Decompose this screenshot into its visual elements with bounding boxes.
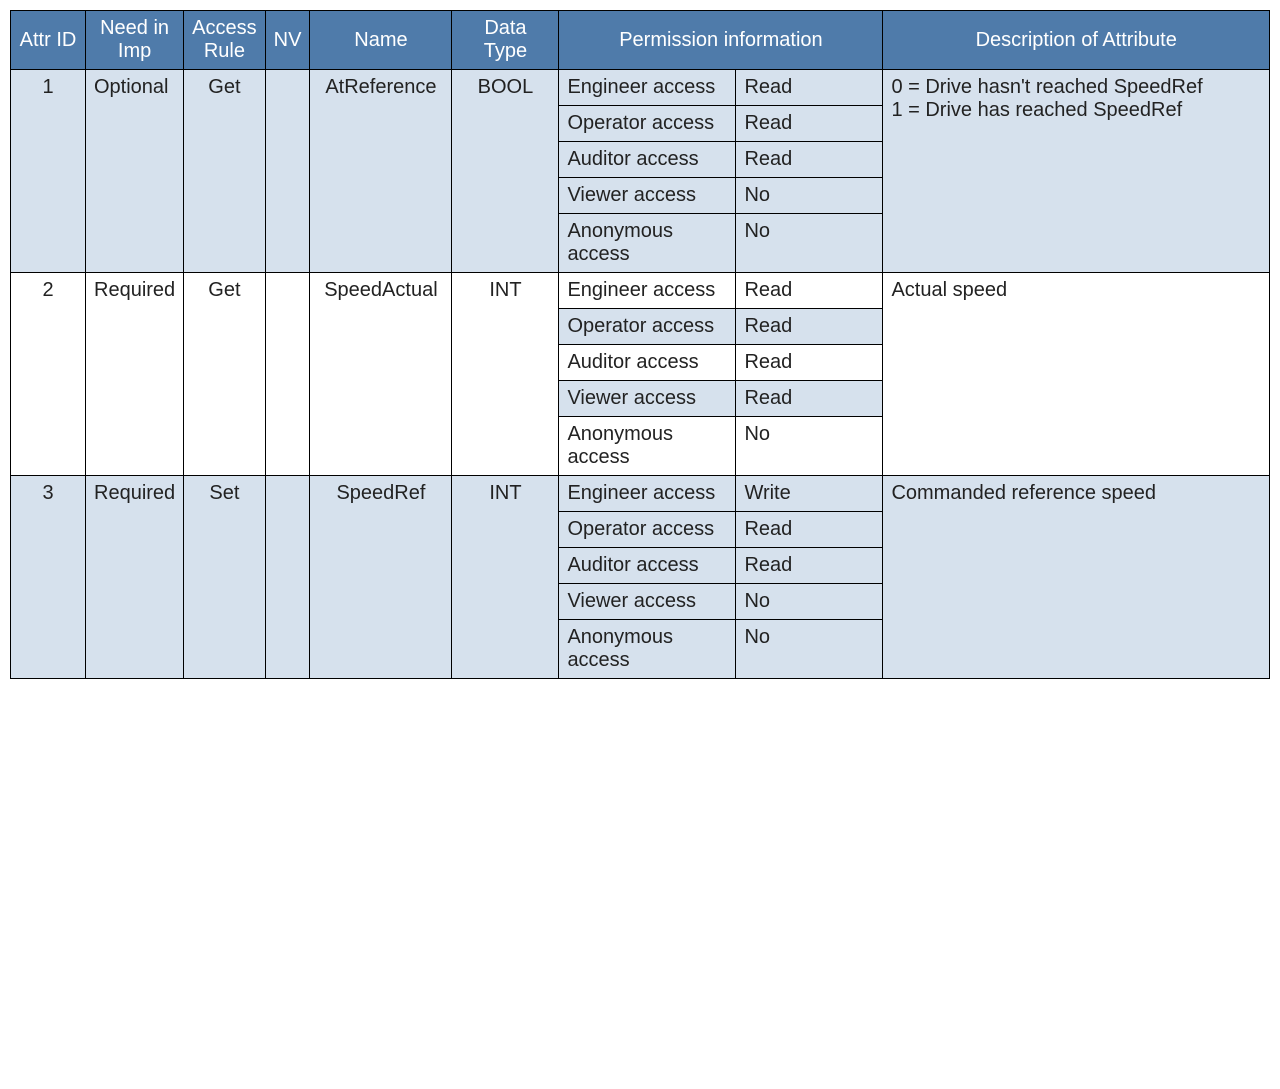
cell-permission-value: No bbox=[736, 178, 883, 214]
cell-name: AtReference bbox=[310, 70, 452, 273]
cell-permission-value: Read bbox=[736, 309, 883, 345]
cell-permission-value: Read bbox=[736, 345, 883, 381]
cell-permission-role: Engineer access bbox=[559, 70, 736, 106]
cell-access-rule: Get bbox=[184, 273, 265, 476]
cell-permission-role: Auditor access bbox=[559, 548, 736, 584]
cell-name: SpeedActual bbox=[310, 273, 452, 476]
cell-permission-value: Read bbox=[736, 142, 883, 178]
cell-permission-role: Engineer access bbox=[559, 476, 736, 512]
cell-permission-role: Anonymous access bbox=[559, 620, 736, 679]
header-data-type: Data Type bbox=[452, 11, 559, 70]
cell-data-type: INT bbox=[452, 273, 559, 476]
table-row: 2RequiredGetSpeedActualINTEngineer acces… bbox=[11, 273, 1270, 309]
cell-permission-role: Operator access bbox=[559, 106, 736, 142]
cell-permission-value: Read bbox=[736, 70, 883, 106]
cell-attr-id: 2 bbox=[11, 273, 86, 476]
cell-permission-role: Viewer access bbox=[559, 584, 736, 620]
cell-permission-value: No bbox=[736, 620, 883, 679]
cell-description: 0 = Drive hasn't reached SpeedRef 1 = Dr… bbox=[883, 70, 1270, 273]
cell-permission-role: Viewer access bbox=[559, 381, 736, 417]
cell-permission-value: No bbox=[736, 584, 883, 620]
cell-permission-role: Operator access bbox=[559, 309, 736, 345]
attribute-table: Attr ID Need in Imp Access Rule NV Name … bbox=[10, 10, 1270, 679]
header-attr-id: Attr ID bbox=[11, 11, 86, 70]
table-row: 1OptionalGetAtReferenceBOOLEngineer acce… bbox=[11, 70, 1270, 106]
cell-permission-role: Anonymous access bbox=[559, 214, 736, 273]
cell-permission-role: Operator access bbox=[559, 512, 736, 548]
cell-nv bbox=[265, 476, 310, 679]
cell-need-in-imp: Required bbox=[86, 476, 184, 679]
cell-description: Commanded reference speed bbox=[883, 476, 1270, 679]
cell-attr-id: 3 bbox=[11, 476, 86, 679]
cell-data-type: INT bbox=[452, 476, 559, 679]
cell-permission-role: Viewer access bbox=[559, 178, 736, 214]
cell-name: SpeedRef bbox=[310, 476, 452, 679]
cell-permission-value: Write bbox=[736, 476, 883, 512]
cell-access-rule: Set bbox=[184, 476, 265, 679]
cell-data-type: BOOL bbox=[452, 70, 559, 273]
cell-need-in-imp: Required bbox=[86, 273, 184, 476]
cell-permission-role: Auditor access bbox=[559, 142, 736, 178]
cell-access-rule: Get bbox=[184, 70, 265, 273]
cell-permission-role: Auditor access bbox=[559, 345, 736, 381]
header-description: Description of Attribute bbox=[883, 11, 1270, 70]
header-nv: NV bbox=[265, 11, 310, 70]
cell-nv bbox=[265, 273, 310, 476]
cell-permission-value: No bbox=[736, 417, 883, 476]
cell-permission-value: Read bbox=[736, 512, 883, 548]
cell-attr-id: 1 bbox=[11, 70, 86, 273]
header-permission-info: Permission information bbox=[559, 11, 883, 70]
header-name: Name bbox=[310, 11, 452, 70]
table-row: 3RequiredSetSpeedRefINTEngineer accessWr… bbox=[11, 476, 1270, 512]
cell-permission-value: Read bbox=[736, 273, 883, 309]
cell-permission-role: Anonymous access bbox=[559, 417, 736, 476]
cell-permission-value: Read bbox=[736, 548, 883, 584]
cell-permission-value: Read bbox=[736, 381, 883, 417]
header-need-in-imp: Need in Imp bbox=[86, 11, 184, 70]
cell-nv bbox=[265, 70, 310, 273]
cell-description: Actual speed bbox=[883, 273, 1270, 476]
cell-permission-role: Engineer access bbox=[559, 273, 736, 309]
cell-permission-value: Read bbox=[736, 106, 883, 142]
cell-need-in-imp: Optional bbox=[86, 70, 184, 273]
header-access-rule: Access Rule bbox=[184, 11, 265, 70]
table-header-row: Attr ID Need in Imp Access Rule NV Name … bbox=[11, 11, 1270, 70]
cell-permission-value: No bbox=[736, 214, 883, 273]
